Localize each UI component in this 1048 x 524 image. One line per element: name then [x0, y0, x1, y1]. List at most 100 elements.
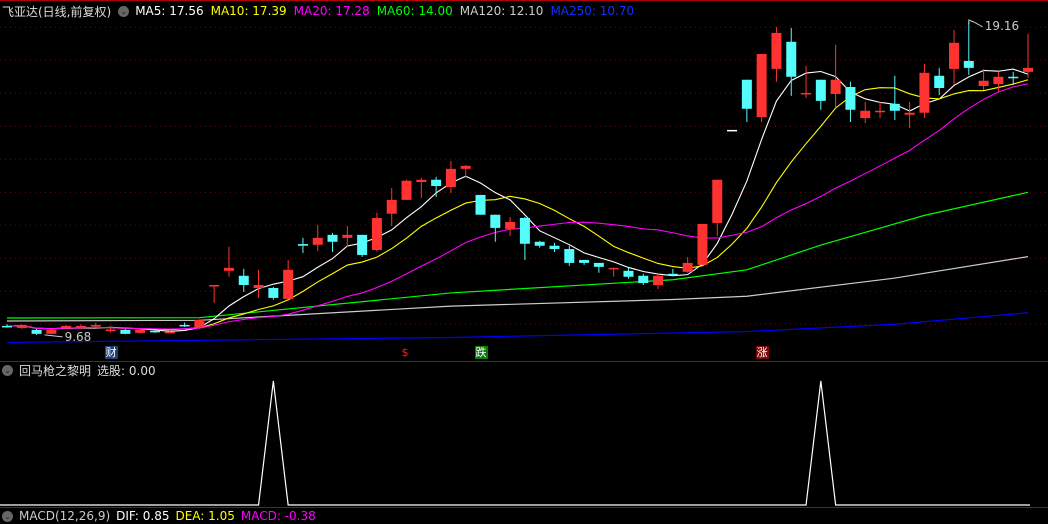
candle-body: [889, 103, 900, 111]
candle: [830, 44, 841, 108]
candle: [712, 179, 723, 236]
candle: [342, 225, 353, 247]
candle: [623, 267, 634, 279]
candle: [90, 322, 101, 327]
candle: [386, 187, 397, 226]
candle: [801, 65, 812, 98]
candle: [475, 194, 486, 215]
candle: [682, 256, 693, 273]
high-arrow-icon: [968, 19, 984, 28]
candle-body: [534, 241, 545, 246]
candle-body: [845, 87, 856, 110]
candle-body: [697, 223, 708, 265]
event-marker[interactable]: 涨: [755, 346, 769, 359]
low-price-label: 9.68: [65, 330, 92, 344]
candle: [431, 176, 442, 197]
kline-chart[interactable]: 9.68 19.16: [0, 0, 1048, 515]
candle-body: [253, 285, 264, 288]
candle: [564, 245, 575, 266]
candle: [268, 286, 279, 300]
candle: [949, 29, 960, 86]
candle-body: [401, 180, 412, 200]
candle: [815, 79, 826, 110]
candle: [934, 67, 945, 95]
candle: [653, 272, 664, 289]
candle-body: [934, 75, 945, 88]
candle: [31, 328, 42, 335]
candle-body: [756, 54, 767, 118]
event-marker[interactable]: $: [401, 346, 410, 359]
candle: [741, 79, 752, 122]
candle-body: [1008, 76, 1019, 79]
candle-body: [682, 262, 693, 272]
candle-body: [667, 273, 678, 276]
macd-value: MACD: -0.38: [240, 509, 316, 523]
candle-body: [949, 42, 960, 69]
candle-body: [1023, 67, 1033, 72]
candle: [756, 54, 767, 122]
candle: [357, 234, 368, 257]
candle: [209, 285, 220, 303]
macd-panel-title: ⌄ MACD(12,26,9) DIF: 0.85 DEA: 1.05 MACD…: [2, 508, 322, 524]
candle-body: [904, 112, 915, 115]
candle: [179, 322, 190, 327]
ma60-line: [6, 191, 1029, 319]
signal-line: [0, 380, 1030, 506]
candle-body: [31, 329, 42, 334]
candle-body: [475, 194, 486, 215]
candle-body: [519, 218, 530, 244]
indicator-panel-title: ⌄ 回马枪之黎明 选股: 0.00: [2, 362, 156, 378]
candle-body: [490, 214, 501, 228]
candle: [490, 214, 501, 242]
candle-body: [90, 324, 101, 327]
ma20-line: [6, 83, 1029, 330]
candle-body: [623, 270, 634, 277]
chevron-down-icon[interactable]: ⌄: [2, 364, 13, 376]
candle-body: [431, 179, 442, 187]
event-marker[interactable]: 跌: [474, 346, 488, 359]
candle: [919, 63, 930, 119]
candle-body: [993, 76, 1004, 85]
ma5-line: [6, 68, 1029, 332]
candle: [445, 160, 456, 193]
indicator-name: 回马枪之黎明: [19, 363, 92, 378]
candle: [253, 269, 264, 298]
candle-body: [371, 218, 382, 251]
low-arrow-icon: [44, 334, 63, 338]
event-marker[interactable]: 财: [104, 346, 118, 359]
candle-body: [771, 32, 782, 69]
candle-body: [327, 234, 338, 242]
ma10-line: [6, 79, 1029, 331]
candle-body: [283, 269, 294, 299]
candle: [120, 328, 131, 335]
candle: [194, 319, 205, 329]
candle: [312, 224, 323, 252]
candle-body: [105, 329, 116, 332]
candle-body: [963, 60, 974, 68]
candle-body: [149, 330, 160, 333]
candle: [904, 101, 915, 128]
candle-body: [238, 275, 249, 286]
candle-body: [46, 329, 57, 334]
candle-body: [919, 72, 930, 113]
chevron-down-icon[interactable]: ⌄: [2, 510, 13, 522]
candle: [860, 101, 871, 123]
candle-body: [505, 221, 516, 229]
candle-body: [209, 285, 220, 287]
macd-dea: DEA: 1.05: [175, 509, 235, 523]
candle-body: [2, 325, 12, 328]
candle-body: [638, 275, 649, 284]
candle-body: [16, 324, 27, 328]
candle: [963, 22, 974, 75]
candle: [297, 237, 308, 253]
candle-body: [875, 110, 886, 113]
candle: [327, 232, 338, 253]
candle: [579, 259, 590, 265]
candle-body: [268, 287, 279, 298]
candle: [845, 81, 856, 122]
candle-body: [386, 199, 397, 214]
candle-body: [727, 129, 738, 132]
candle: [223, 246, 234, 277]
candle: [549, 242, 560, 253]
candle: [460, 164, 471, 178]
